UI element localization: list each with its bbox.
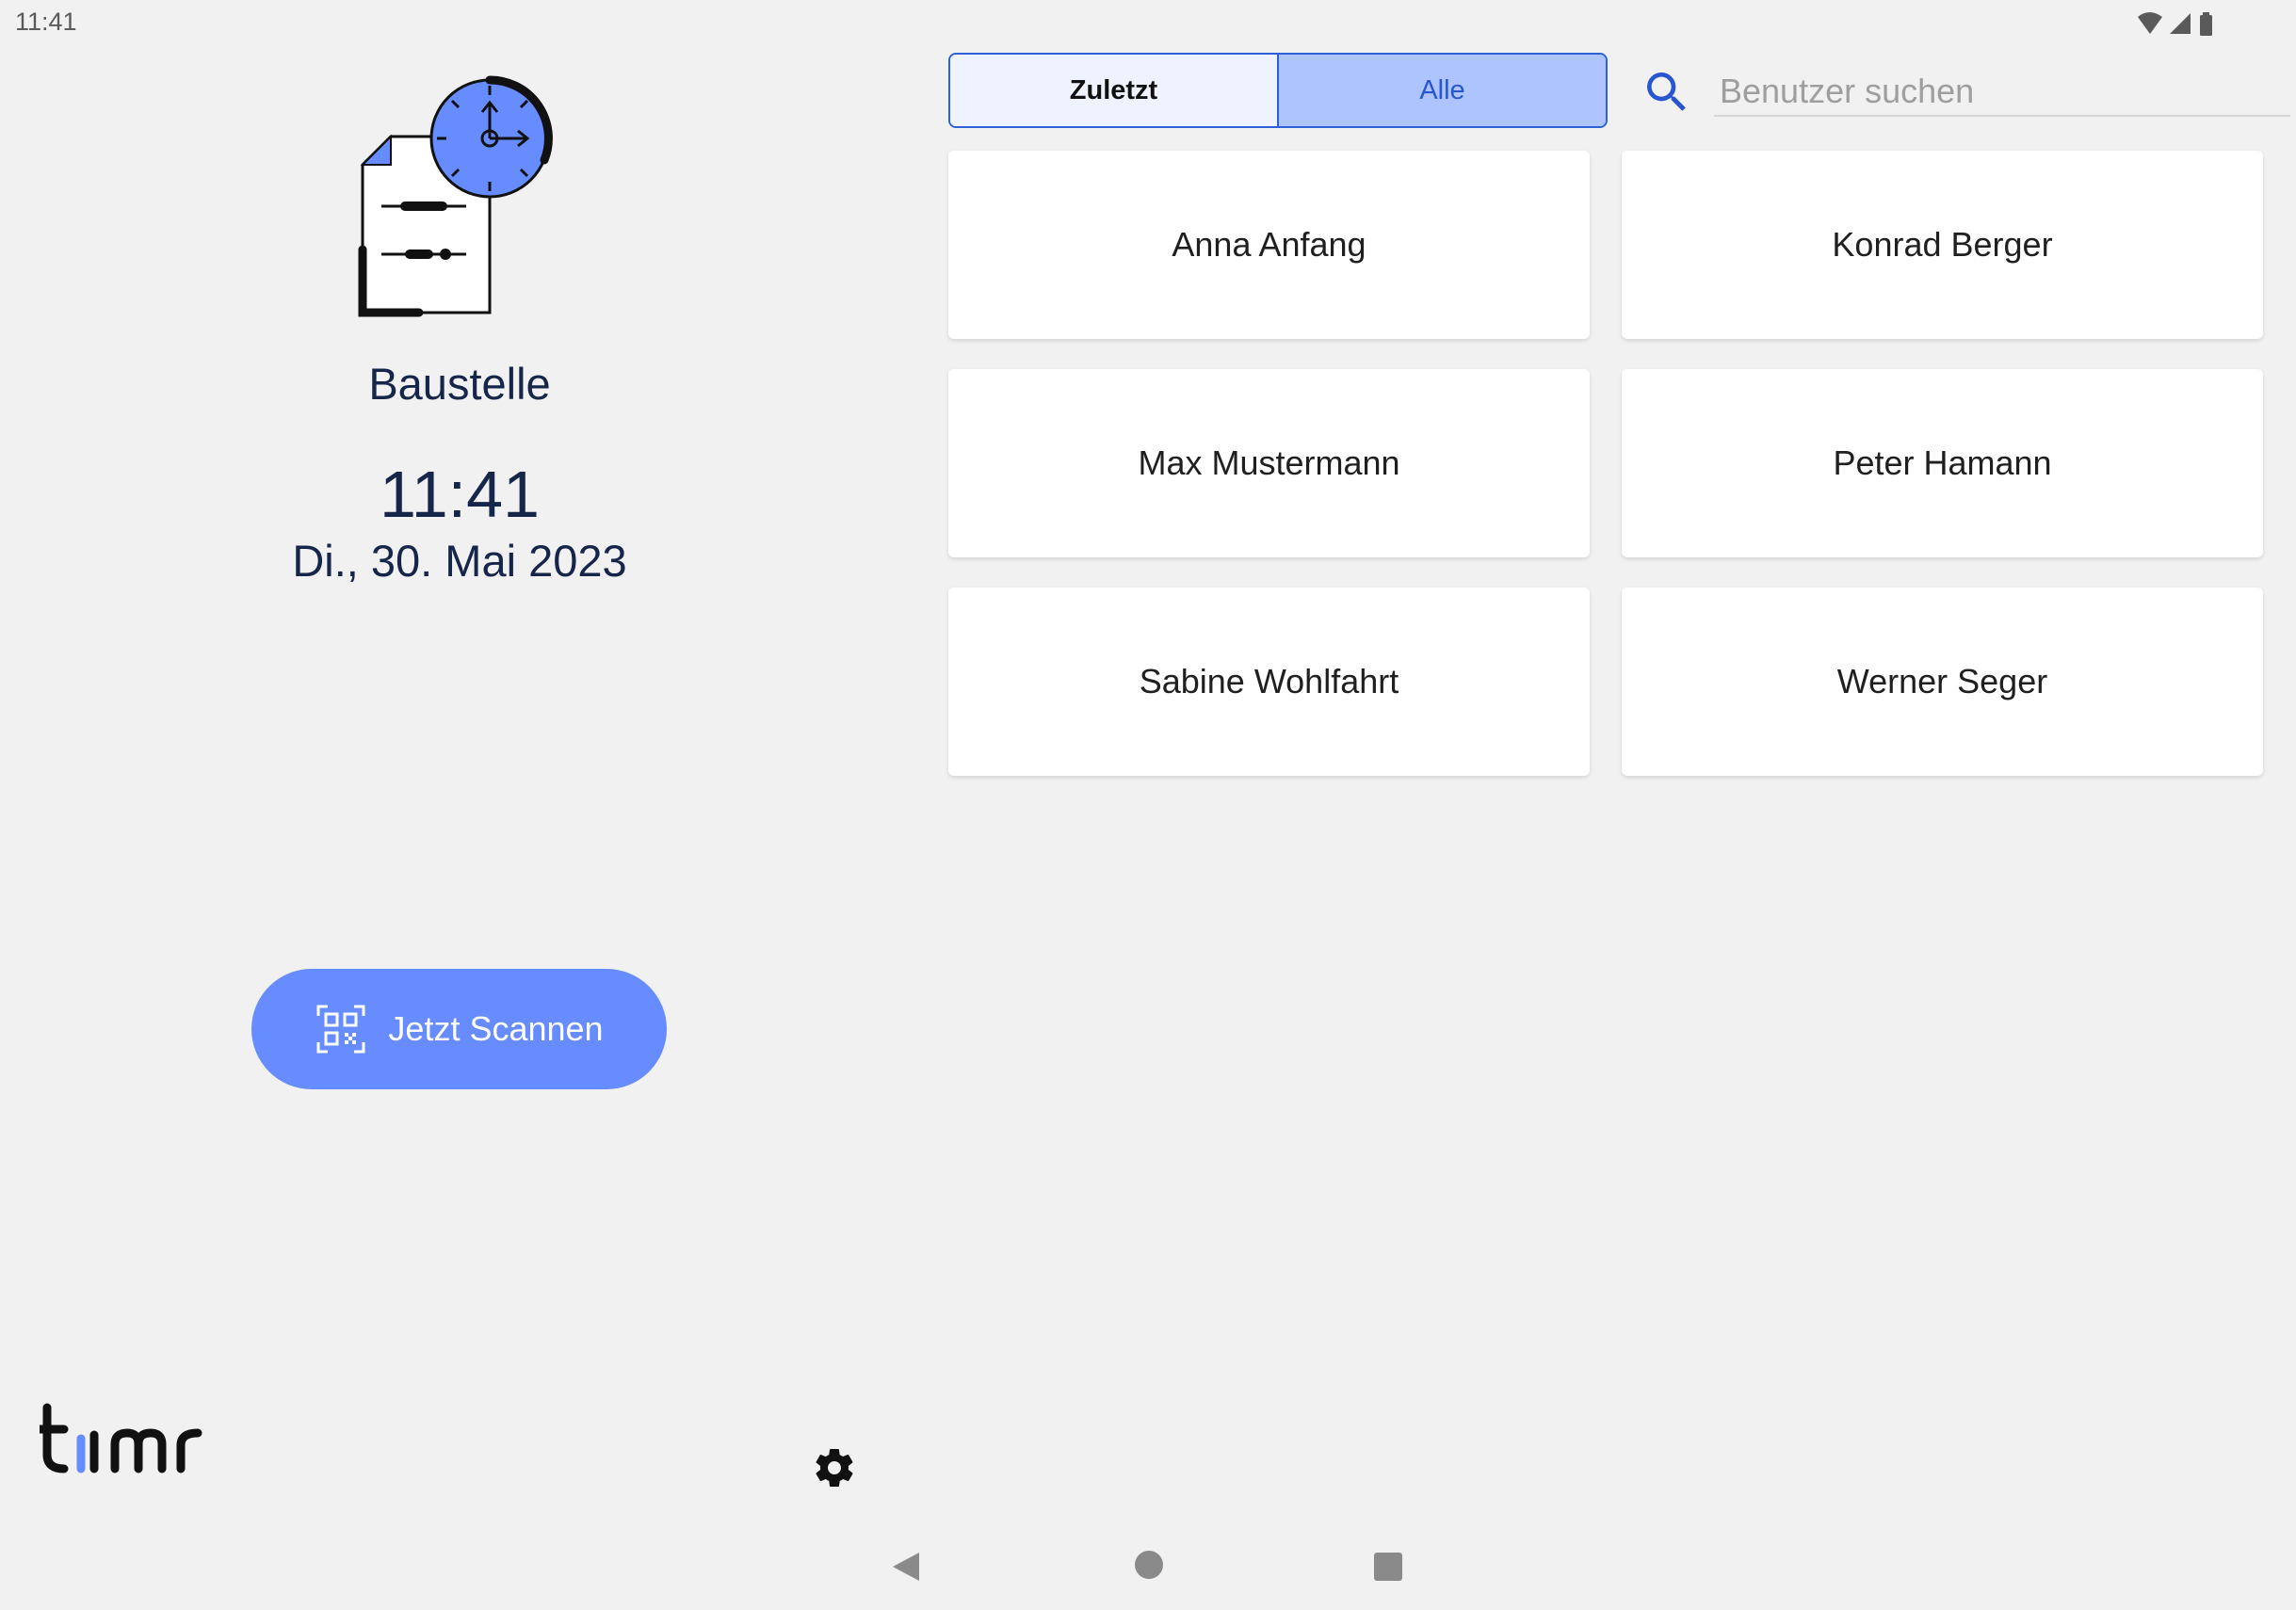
user-card-peter-hamann[interactable]: Peter Hamann bbox=[1622, 369, 2263, 557]
battery-icon bbox=[2200, 12, 2212, 36]
signal-icon bbox=[2170, 13, 2191, 34]
status-bar-time: 11:41 bbox=[15, 8, 77, 36]
scan-now-button[interactable]: Jetzt Scannen bbox=[251, 969, 667, 1089]
search-icon[interactable] bbox=[1641, 66, 1693, 119]
user-card-sabine-wohlfahrt[interactable]: Sabine Wohlfahrt bbox=[948, 588, 1590, 776]
timr-logo bbox=[40, 1403, 202, 1473]
user-card-werner-seger[interactable]: Werner Seger bbox=[1622, 588, 2263, 776]
status-bar-icons bbox=[2138, 12, 2212, 36]
tab-all[interactable]: Alle bbox=[1279, 55, 1606, 126]
user-search-input[interactable] bbox=[1714, 68, 2290, 117]
user-card-anna-anfang[interactable]: Anna Anfang bbox=[948, 151, 1590, 339]
scan-now-label: Jetzt Scannen bbox=[388, 1009, 604, 1048]
tab-recent[interactable]: Zuletzt bbox=[950, 55, 1279, 126]
settings-gear-icon[interactable] bbox=[812, 1445, 857, 1490]
user-grid: Anna Anfang Konrad Berger Max Mustermann… bbox=[948, 151, 2267, 776]
current-date: Di., 30. Mai 2023 bbox=[292, 536, 627, 586]
nav-recents-icon[interactable] bbox=[1373, 1552, 1403, 1582]
user-filter-tabs: Zuletzt Alle bbox=[948, 53, 1608, 128]
nav-home-icon[interactable] bbox=[1134, 1550, 1164, 1580]
wifi-icon bbox=[2138, 12, 2162, 34]
current-time: 11:41 bbox=[380, 458, 540, 531]
nav-back-icon[interactable] bbox=[889, 1550, 923, 1584]
timesheet-clock-illustration bbox=[358, 75, 553, 317]
user-card-max-mustermann[interactable]: Max Mustermann bbox=[948, 369, 1590, 557]
qr-code-icon bbox=[316, 1005, 365, 1054]
user-card-konrad-berger[interactable]: Konrad Berger bbox=[1622, 151, 2263, 339]
location-name: Baustelle bbox=[368, 359, 551, 409]
